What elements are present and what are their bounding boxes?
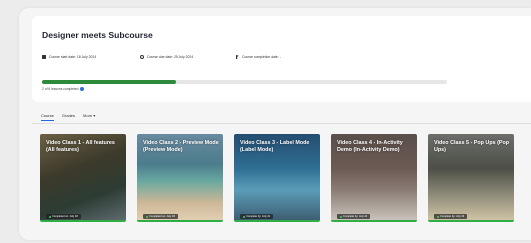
status-text: Completed on: July 18 <box>52 215 78 218</box>
tab-more[interactable]: More ▾ <box>83 113 95 121</box>
lesson-card[interactable]: Video Class 1 - All features (All featur… <box>40 134 126 222</box>
info-icon[interactable] <box>80 87 85 91</box>
status-dot-icon <box>340 215 342 218</box>
card-title: Video Class 2 - Preview Mode (Preview Mo… <box>143 140 219 153</box>
due-date: Course due date: 25 July 2024 <box>140 55 193 59</box>
course-header: Designer meets Subcourse Course start da… <box>32 16 531 102</box>
due-date-text: Course due date: 25 July 2024 <box>147 55 194 59</box>
status-dot-icon <box>437 215 439 218</box>
card-title: Video Class 4 - In-Activity Demo (In-Act… <box>337 140 403 153</box>
start-date-text: Course start date: 18 July 2024 <box>49 55 97 59</box>
status-badge: Complete by: July 21 <box>240 214 274 219</box>
app-frame: Designer meets Subcourse Course start da… <box>19 8 531 240</box>
start-date: Course start date: 18 July 2024 <box>42 55 96 59</box>
status-dot-icon <box>146 215 148 218</box>
clock-icon <box>140 55 144 59</box>
calendar-icon <box>42 55 46 59</box>
flag-icon <box>236 55 239 59</box>
tab-grades[interactable]: Grades <box>62 113 75 121</box>
status-badge: Complete by: July 23 <box>434 214 468 219</box>
progress-fill <box>42 80 176 84</box>
status-dot-icon <box>49 215 51 218</box>
progress-text: 2 of 6 lessons completed <box>42 87 79 91</box>
status-badge: Completed on: July 18 <box>46 214 81 219</box>
progress-label: 2 of 6 lessons completed <box>42 87 85 91</box>
card-title: Video Class 1 - All features (All featur… <box>46 140 115 153</box>
status-dot-icon <box>243 215 245 218</box>
status-text: Complete by: July 22 <box>343 215 368 218</box>
status-badge: Complete by: July 22 <box>337 214 371 219</box>
lesson-card[interactable]: Video Class 4 - In-Activity Demo (In-Act… <box>331 134 417 222</box>
completion-date: Course completion date: - <box>236 55 281 59</box>
lesson-card[interactable]: Video Class 3 - Label Mode (Label Mode) … <box>234 134 320 222</box>
course-tabs: Course Grades More ▾ <box>41 113 95 121</box>
tabs-divider <box>32 123 531 124</box>
lesson-card[interactable]: Video Class 5 - Pop Ups (Pop Ups) Comple… <box>428 134 514 222</box>
page-title: Designer meets Subcourse <box>42 30 153 40</box>
card-title: Video Class 3 - Label Mode (Label Mode) <box>240 140 310 153</box>
progress-bar <box>42 80 447 84</box>
status-badge: Completed on: July 18 <box>143 214 178 219</box>
status-text: Complete by: July 21 <box>246 215 271 218</box>
status-text: Completed on: July 18 <box>149 215 175 218</box>
tab-course[interactable]: Course <box>41 113 54 121</box>
card-title: Video Class 5 - Pop Ups (Pop Ups) <box>434 140 510 153</box>
status-text: Complete by: July 23 <box>440 215 465 218</box>
lesson-card[interactable]: Video Class 2 - Preview Mode (Preview Mo… <box>137 134 223 222</box>
completion-date-text: Course completion date: - <box>242 55 281 59</box>
lesson-cards: Video Class 1 - All features (All featur… <box>40 134 531 234</box>
